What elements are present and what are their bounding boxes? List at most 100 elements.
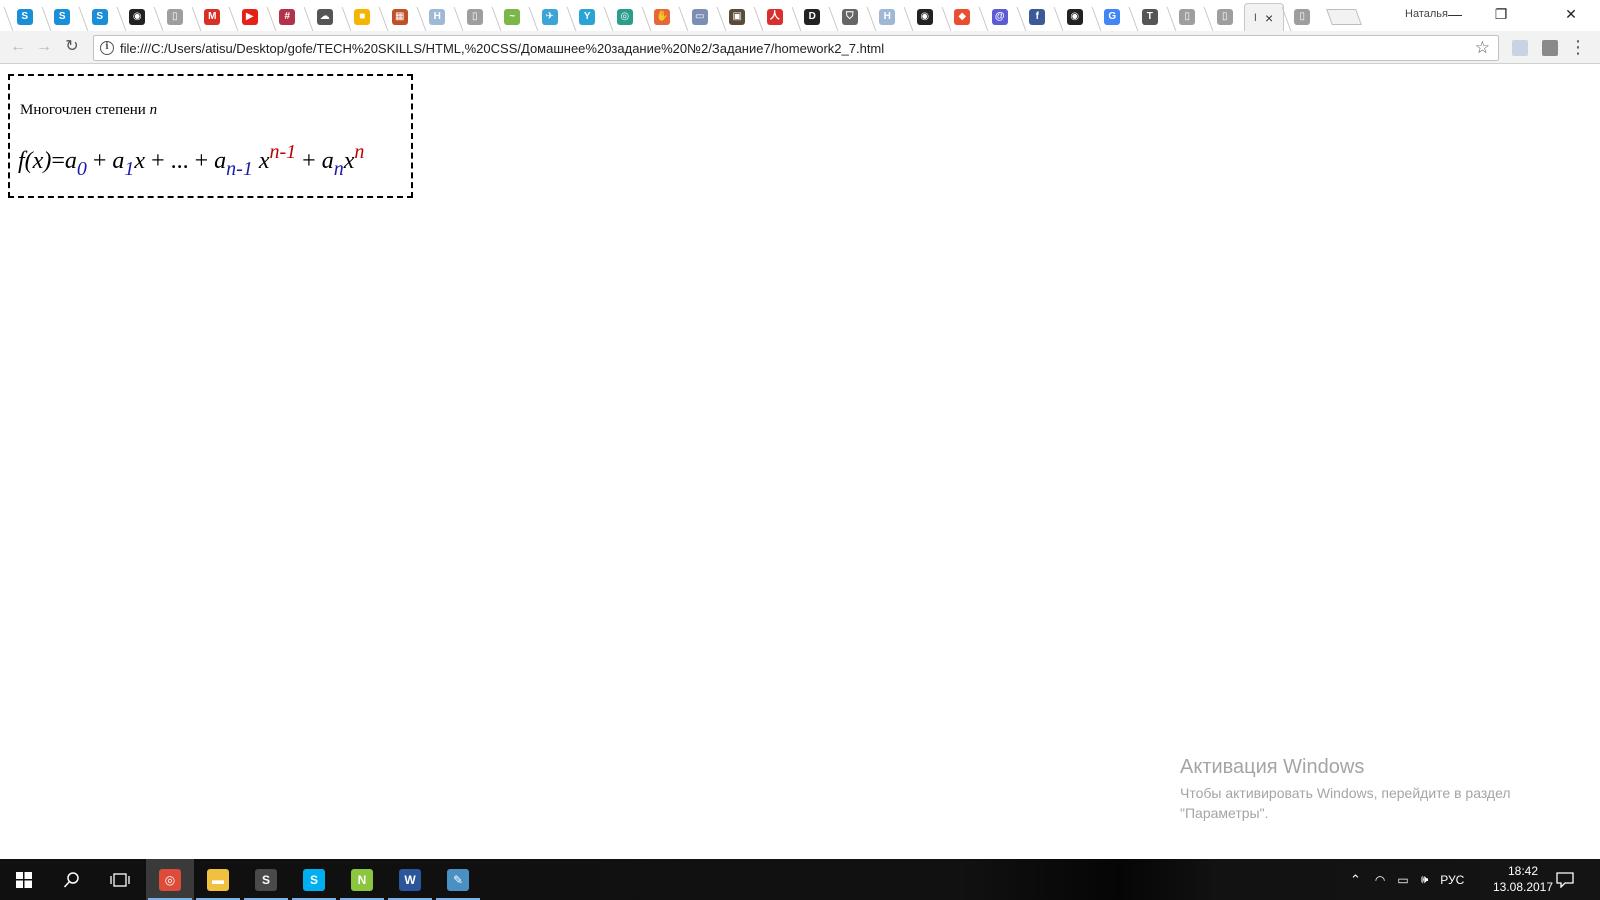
volume-icon[interactable]: 🕪 [1421, 872, 1429, 887]
github-icon: ◉ [1066, 9, 1083, 25]
search-button[interactable] [48, 859, 96, 900]
formula-x: x [134, 148, 146, 174]
formula-plus: + [188, 148, 215, 174]
browser-tab[interactable]: ▯ [156, 3, 194, 31]
browser-tab[interactable]: ▯ [456, 3, 494, 31]
reload-button[interactable]: ↻ [62, 37, 82, 57]
taskbar-app-notepadpp[interactable]: N [338, 859, 386, 900]
browser-tab[interactable]: ▯ [1206, 3, 1244, 31]
menu-icon[interactable]: ⋮ [1568, 37, 1588, 57]
browser-tab[interactable]: ■ [344, 3, 382, 31]
browser-tab[interactable]: ▯ [1169, 3, 1207, 31]
browser-tab[interactable]: D [794, 3, 832, 31]
active-browser-tab[interactable]: I × [1243, 3, 1284, 31]
formula-a1: a [112, 148, 125, 174]
wifi-icon[interactable]: ◠ [1375, 873, 1385, 887]
browser-tab[interactable]: ~ [494, 3, 532, 31]
skype-icon: S [16, 9, 33, 25]
browser-tab[interactable]: H [869, 3, 907, 31]
address-bar[interactable]: i file:///C:/Users/atisu/Desktop/gofe/TE… [93, 35, 1499, 61]
browser-tab[interactable]: ▣ [719, 3, 757, 31]
browser-tab[interactable]: ◉ [906, 3, 944, 31]
address-url[interactable]: file:///C:/Users/atisu/Desktop/gofe/TECH… [120, 41, 884, 56]
browser-tab[interactable]: f [1019, 3, 1057, 31]
close-window-button[interactable]: ✕ [1548, 0, 1594, 28]
browser-tab[interactable]: ▯ [1284, 3, 1322, 31]
bird-icon: ✈ [541, 9, 558, 25]
polynomial-box: Многочлен степени n f(x)=a0 + a1x + ... … [8, 74, 413, 198]
browser-tab[interactable]: ⛉ [831, 3, 869, 31]
formula-an: a [321, 148, 334, 174]
search-icon [63, 871, 79, 888]
browser-tab[interactable]: S [81, 3, 119, 31]
browser-tab[interactable]: ▭ [681, 3, 719, 31]
formula-plus: + [145, 148, 171, 174]
youtube-icon: ▶ [241, 9, 258, 25]
formula-an-sub: n [333, 158, 344, 180]
browser-tab[interactable]: ✈ [531, 3, 569, 31]
formula-an1-sub: n-1 [226, 158, 253, 180]
watermark-title: Активация Windows [1180, 756, 1365, 778]
formula-xn-sup: n [354, 141, 365, 163]
google-icon: G [1104, 9, 1121, 25]
extension-icon[interactable] [1542, 40, 1558, 56]
restore-button[interactable]: ❐ [1478, 0, 1524, 28]
browser-tab[interactable]: G [1094, 3, 1132, 31]
formula-plus: + [86, 148, 113, 174]
browser-tab[interactable]: ◎ [606, 3, 644, 31]
browser-tab[interactable]: Y [569, 3, 607, 31]
bookmark-star-icon[interactable]: ☆ [1475, 38, 1490, 58]
formula-an1: a [214, 148, 227, 174]
browser-tab[interactable]: ◆ [944, 3, 982, 31]
start-button[interactable] [0, 859, 48, 900]
taskbar-app-sublime[interactable]: S [242, 859, 290, 900]
formula-x: x [258, 148, 270, 174]
paint-icon: ✎ [447, 868, 469, 891]
browser-tab[interactable]: T [1131, 3, 1169, 31]
action-center-button[interactable] [1544, 859, 1586, 900]
tabs-container: S S S ◉ ▯ M ▶ # ☁ ■ ▦ H ▯ ~ ✈ Y ◎ ✋ ▭ ▣ 人 D ⛉ H ◉ ◆ @ f ◉ G T ▯ ▯ I × ▯ [6, 3, 1362, 31]
browser-tab[interactable]: ▶ [231, 3, 269, 31]
browser-tab[interactable]: S [44, 3, 82, 31]
download-extension-icon[interactable] [1512, 40, 1528, 56]
notifications-icon [1556, 871, 1574, 888]
browser-tab[interactable]: # [269, 3, 307, 31]
browser-tab[interactable]: ✋ [644, 3, 682, 31]
formula-x: x [343, 148, 355, 174]
browser-tab[interactable]: H [419, 3, 457, 31]
taskbar-app-chrome[interactable]: ◎ [146, 859, 194, 900]
document-icon: ▯ [166, 9, 183, 25]
task-view-button[interactable] [96, 859, 144, 900]
slides-icon: ■ [354, 9, 371, 25]
windows-activation-watermark: Активация Windows Чтобы активировать Win… [1180, 756, 1550, 823]
browser-tab[interactable]: 人 [756, 3, 794, 31]
forward-button[interactable]: → [34, 37, 54, 57]
minimize-button[interactable]: — [1432, 0, 1478, 28]
trello-icon: T [1141, 9, 1158, 25]
info-icon[interactable]: i [100, 41, 114, 55]
windows-logo-icon [16, 871, 32, 888]
polynomial-formula: f(x)=a0 + a1x + ... + an-1 xn-1 + anxn [18, 142, 364, 179]
skype-icon: S [303, 868, 325, 891]
browser-tab[interactable]: ◉ [1056, 3, 1094, 31]
new-tab-button[interactable] [1326, 9, 1362, 25]
back-button[interactable]: ← [8, 37, 28, 57]
taskbar-app-paint[interactable]: ✎ [434, 859, 482, 900]
browser-tab[interactable]: M [194, 3, 232, 31]
tray-chevron-icon[interactable]: ⌃ [1350, 872, 1361, 888]
formula-plus: + [296, 148, 322, 174]
taskbar-app-word[interactable]: W [386, 859, 434, 900]
browser-tab[interactable]: ▦ [381, 3, 419, 31]
taskbar-app-explorer[interactable]: ▬ [194, 859, 242, 900]
taskbar-app-skype[interactable]: S [290, 859, 338, 900]
browser-tab[interactable]: @ [981, 3, 1019, 31]
github-icon: ◉ [129, 9, 146, 25]
folder-icon: ▬ [207, 868, 229, 891]
browser-tab[interactable]: ☁ [306, 3, 344, 31]
browser-tab[interactable]: ◉ [119, 3, 157, 31]
notepad-plus-icon: N [351, 868, 373, 891]
browser-tab[interactable]: S [6, 3, 44, 31]
battery-icon[interactable]: ▭ [1397, 873, 1408, 887]
close-tab-icon[interactable]: × [1265, 10, 1273, 26]
language-indicator[interactable]: РУС [1440, 873, 1464, 887]
